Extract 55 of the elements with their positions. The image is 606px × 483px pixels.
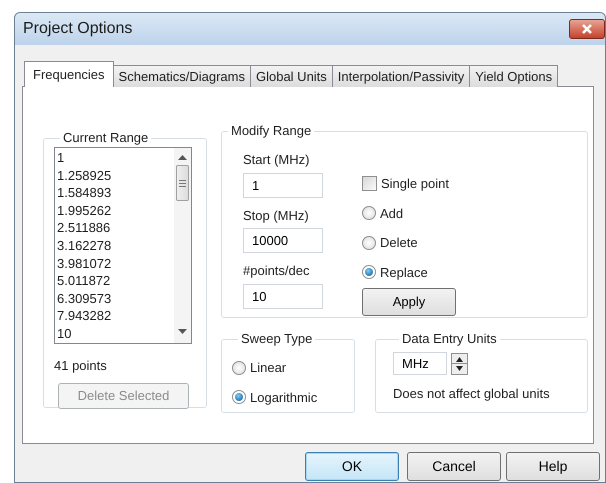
radio-label: Replace <box>380 264 428 282</box>
radio-label: Logarithmic <box>250 388 318 407</box>
tab[interactable]: Schematics/Diagrams <box>112 65 251 87</box>
field-label: #points/dec <box>243 262 310 280</box>
list-item[interactable]: 3.162278 <box>57 236 174 255</box>
list-item[interactable]: 3.981072 <box>57 254 174 272</box>
input-field[interactable]: 10 <box>243 284 323 308</box>
radio-button[interactable] <box>232 390 246 404</box>
input-field[interactable]: 1 <box>243 172 323 198</box>
group-title: Sweep Type <box>240 332 314 346</box>
list-item[interactable]: 7.943282 <box>57 307 174 325</box>
list-item[interactable]: 5.011872 <box>57 272 174 290</box>
frequency-list[interactable]: 1 1.258925 1.584893 1.995262 2.511886 3.162278 3.981072 5.011872 6.309573 7.943282 10 <box>54 147 192 344</box>
list-item[interactable]: 1.258925 <box>57 166 174 184</box>
tab[interactable]: Interpolation/Passivity <box>332 65 470 87</box>
down-arrow-icon[interactable] <box>452 363 467 374</box>
list-item[interactable]: 2.511886 <box>57 219 174 237</box>
group-title: Modify Range <box>228 124 314 138</box>
tab[interactable]: Yield Options <box>469 65 558 87</box>
dialog-button[interactable]: Help <box>506 452 600 481</box>
list-item[interactable]: 1 <box>57 149 174 167</box>
close-button[interactable] <box>569 19 605 39</box>
window-title: Project Options <box>23 19 132 39</box>
radio-button[interactable] <box>232 360 246 375</box>
grip-icon <box>179 180 186 186</box>
checkbox[interactable] <box>362 176 377 192</box>
list-item[interactable]: 6.309573 <box>57 290 174 308</box>
input-field[interactable]: 10000 <box>243 228 323 253</box>
tab[interactable]: Frequencies <box>24 61 114 87</box>
radio-button[interactable] <box>362 206 376 220</box>
radio-label: Delete <box>380 234 418 252</box>
list-item[interactable]: 10 <box>57 324 174 343</box>
scroll-thumb[interactable] <box>176 165 189 201</box>
radio-label: Add <box>380 204 404 222</box>
point-count: 41 points <box>54 357 108 375</box>
list-item[interactable]: 1.584893 <box>57 184 174 202</box>
radio-button[interactable] <box>362 236 376 250</box>
list-item[interactable]: 1.995262 <box>57 202 174 220</box>
scroll-up-icon[interactable] <box>178 155 187 161</box>
radio-label: Linear <box>250 359 286 377</box>
group-title: Current Range <box>62 131 150 145</box>
dialog-button[interactable]: OK <box>305 452 399 481</box>
field-label: Stop (MHz) <box>243 206 310 225</box>
field-label: Start (MHz) <box>243 151 310 169</box>
units-note: Does not affect global units <box>393 385 551 403</box>
tab[interactable]: Global Units <box>250 65 333 87</box>
dialog-button[interactable]: Cancel <box>407 452 501 481</box>
scrollbar[interactable] <box>174 148 191 343</box>
close-icon <box>581 23 593 35</box>
radio-button[interactable] <box>362 265 376 280</box>
apply-button[interactable]: Apply <box>362 288 456 316</box>
checkbox-label: Single point <box>381 175 449 193</box>
scroll-down-icon[interactable] <box>178 329 187 335</box>
group-title: Data Entry Units <box>401 332 498 346</box>
units-field[interactable]: MHz <box>393 352 447 375</box>
